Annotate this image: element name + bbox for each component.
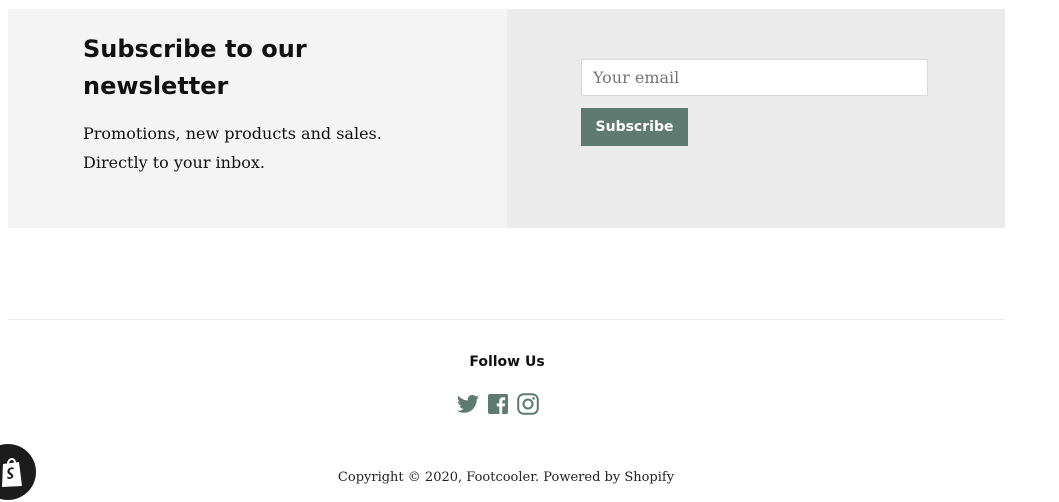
newsletter-description: Promotions, new products and sales. Dire… <box>83 119 382 177</box>
copyright-text: Copyright © 2020, Footcooler. Powered by… <box>256 470 756 485</box>
store-name-link[interactable]: Footcooler <box>466 470 535 485</box>
newsletter-section: Subscribe to our newsletter Promotions, … <box>8 9 1005 228</box>
twitter-icon <box>457 395 479 413</box>
instagram-icon <box>517 393 539 415</box>
shopify-chat-button[interactable] <box>0 444 36 500</box>
newsletter-description-line-1: Promotions, new products and sales. <box>83 124 382 143</box>
footer-divider <box>8 319 1005 320</box>
facebook-icon <box>488 394 508 414</box>
powered-by-shopify-link[interactable]: Powered by Shopify <box>543 470 674 485</box>
facebook-link[interactable] <box>486 392 510 416</box>
newsletter-heading: Subscribe to our newsletter <box>83 35 307 100</box>
copyright-prefix: Copyright © 2020, <box>337 470 467 485</box>
newsletter-description-line-2: Directly to your inbox. <box>83 153 265 172</box>
subscribe-button[interactable]: Subscribe <box>581 108 688 146</box>
social-links <box>456 392 540 416</box>
follow-us-title: Follow Us <box>469 354 545 370</box>
instagram-link[interactable] <box>516 392 540 416</box>
email-input[interactable] <box>581 59 928 96</box>
shopify-bag-icon <box>2 458 22 487</box>
twitter-link[interactable] <box>456 392 480 416</box>
newsletter-form-panel: Subscribe <box>507 9 1005 228</box>
newsletter-info-panel: Subscribe to our newsletter Promotions, … <box>8 9 507 228</box>
